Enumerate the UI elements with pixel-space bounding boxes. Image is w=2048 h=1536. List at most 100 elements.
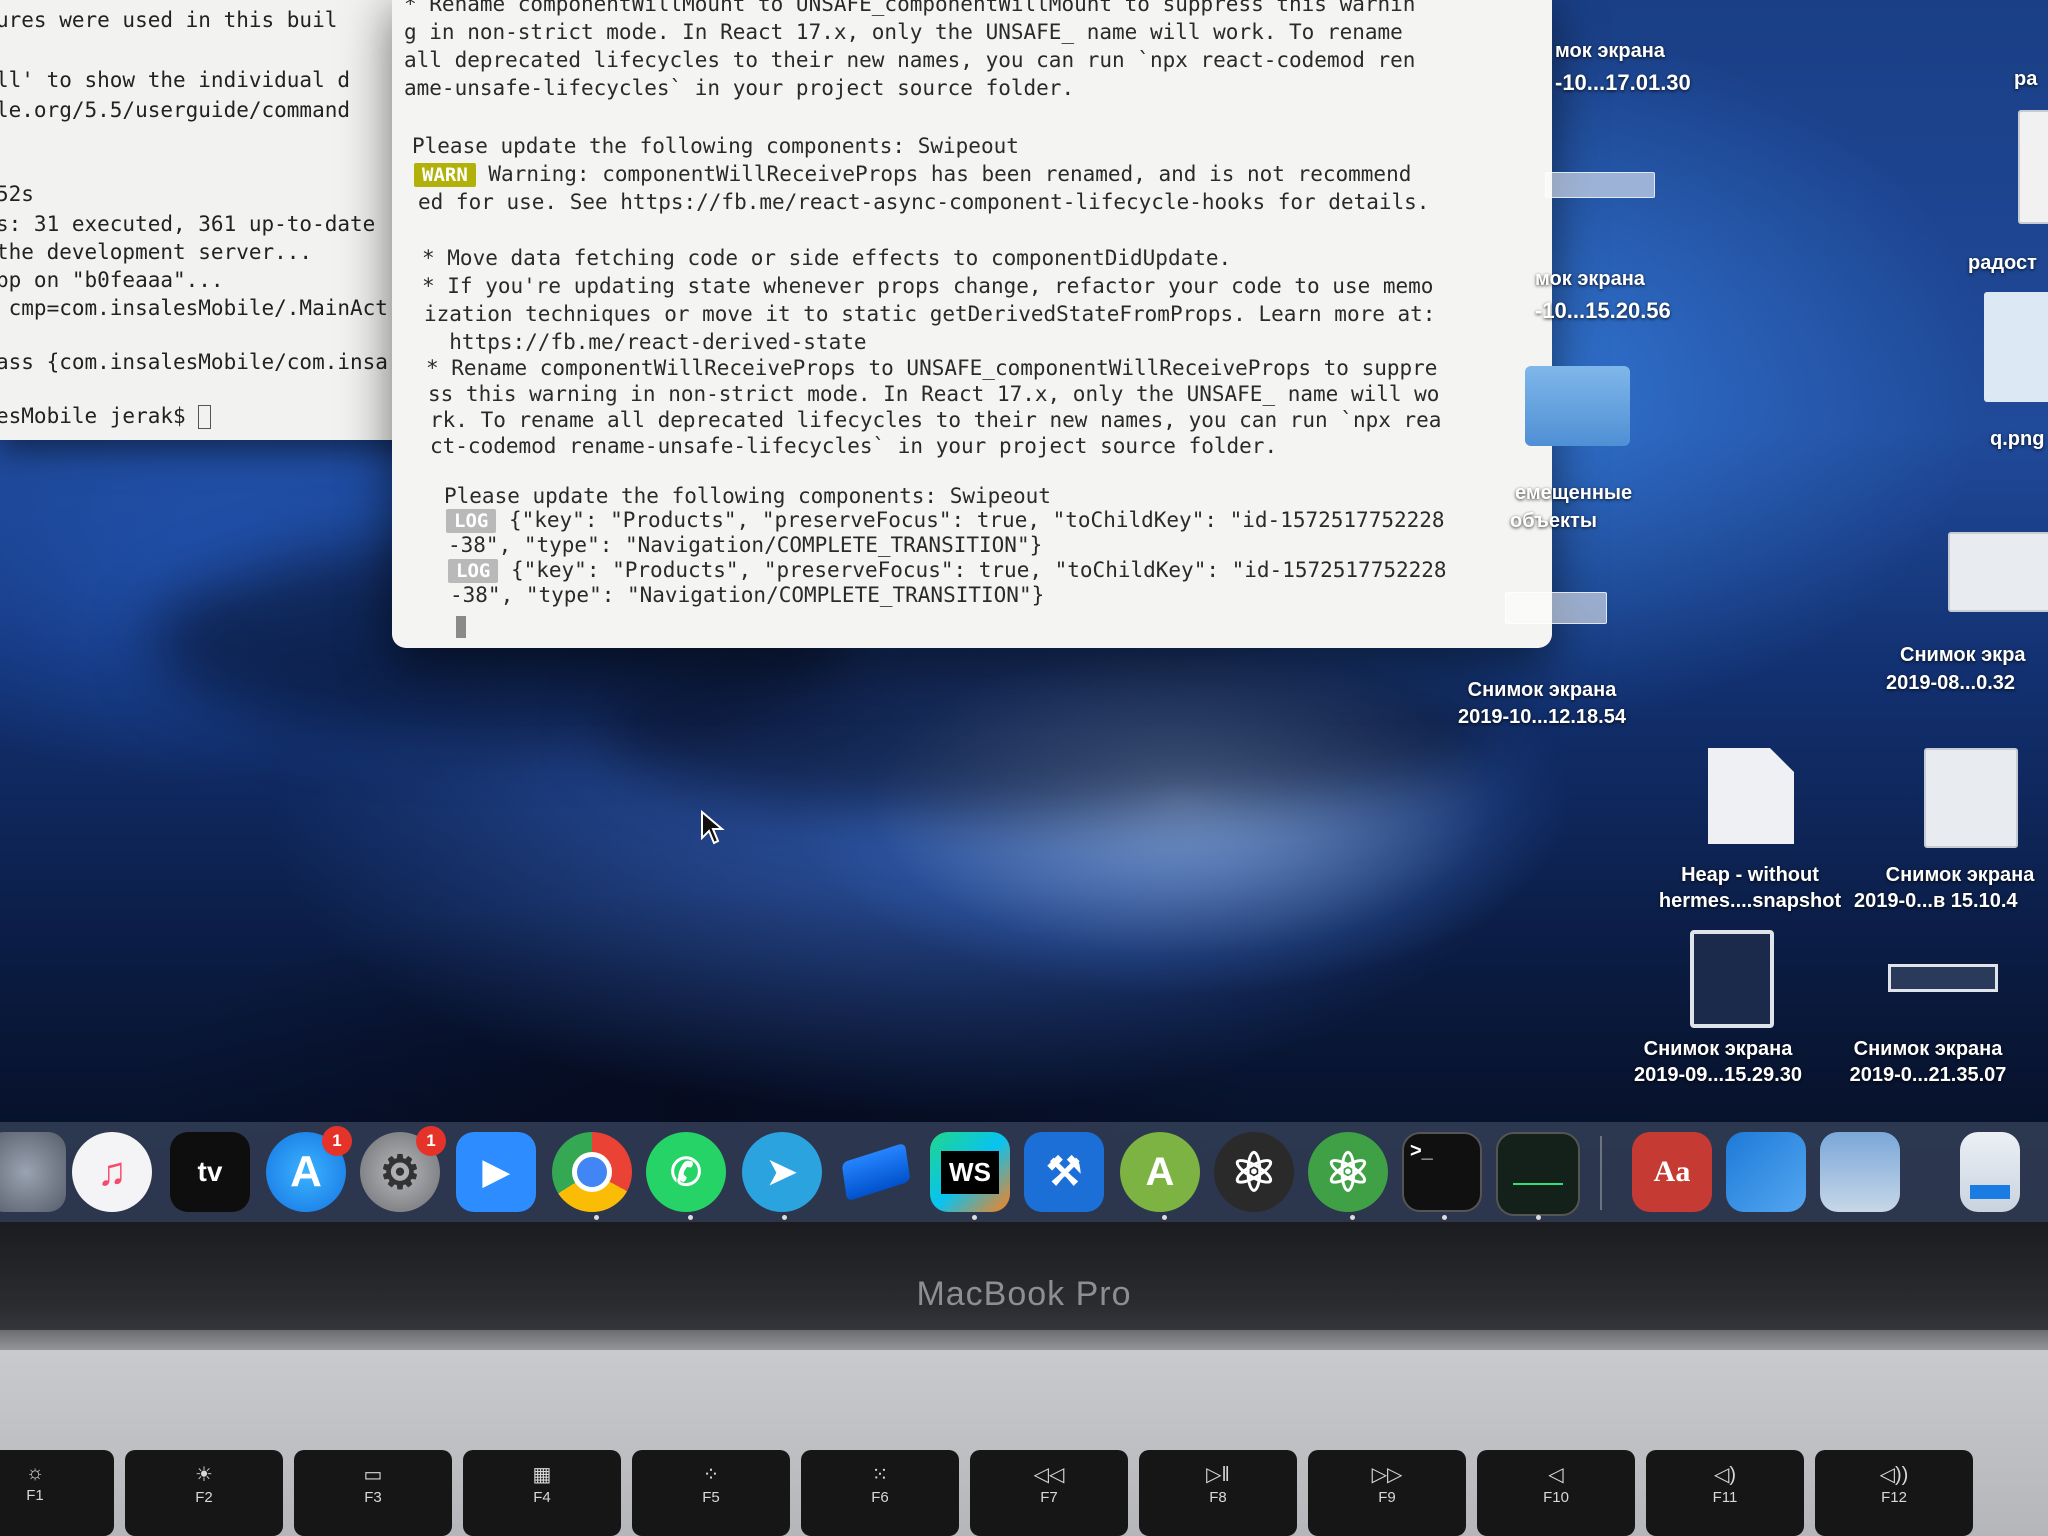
warning-line: WARN Warning: componentWillReceiveProps … [414, 162, 1411, 187]
key-f6[interactable]: ⁙ F6 [801, 1450, 959, 1536]
key-f5[interactable]: ⁘ F5 [632, 1450, 790, 1536]
dock-item-downloads[interactable] [1960, 1132, 2020, 1212]
dock-item-webstorm[interactable]: WS [930, 1132, 1010, 1212]
key-f9[interactable]: ▷▷ F9 [1308, 1450, 1466, 1536]
key-glyph-icon: ▷‖ [1206, 1464, 1230, 1486]
terminal-line: s: 31 executed, 361 up-to-date [0, 212, 376, 236]
desktop-icon-label[interactable]: мок экрана [1535, 266, 1645, 292]
terminal-line: * Move data fetching code or side effect… [422, 246, 1232, 270]
terminal-line: cmp=com.insalesMobile/.MainAct [0, 296, 388, 320]
key-label: F4 [533, 1489, 551, 1506]
desktop-icon-label[interactable]: радост [1968, 250, 2037, 276]
download-stack-icon [1970, 1185, 2010, 1199]
terminal-window-main[interactable]: * Rename componentWillMount to UNSAFE_co… [392, 0, 1552, 648]
dock-item-simulator[interactable] [1726, 1132, 1806, 1212]
dock-item-atom[interactable]: ⚛ [1308, 1132, 1388, 1212]
running-indicator [972, 1215, 977, 1220]
dock-item-xcode[interactable]: ⚒ [1024, 1132, 1104, 1212]
desktop-icon-label[interactable]: Heap - without [1630, 862, 1870, 888]
dock: ♫ tv A1 ⚙ 1 ▶ ✆ ➤ WS ⚒ A ⚛ ⚛ >_ Aa [0, 1122, 2048, 1222]
photo-thumbnail[interactable] [2018, 110, 2048, 224]
image-thumbnail[interactable] [1984, 292, 2048, 402]
key-glyph-icon: ◁) [1713, 1464, 1737, 1486]
dock-item-activity-monitor[interactable] [1496, 1132, 1580, 1216]
dock-item-dictionary[interactable]: Aa [1632, 1132, 1712, 1212]
dock-item-system-preferences[interactable]: ⚙ 1 [360, 1126, 446, 1212]
log-text: {"key": "Products", "preserveFocus": tru… [498, 558, 1447, 582]
dock-item-app-store[interactable]: A1 [266, 1126, 352, 1212]
notification-badge: 1 [416, 1126, 446, 1156]
terminal-line: Please update the following components: … [412, 134, 1019, 158]
desktop-icon-label[interactable]: емещенные [1515, 480, 1632, 506]
running-indicator [1442, 1215, 1447, 1220]
key-label: F5 [702, 1489, 720, 1506]
desktop-icon-label[interactable]: -10...15.20.56 [1535, 298, 1671, 324]
dock-item-react-native-debugger[interactable]: ⚛ [1214, 1132, 1294, 1212]
terminal-prompt[interactable]: esMobile jerak$ [0, 404, 212, 429]
key-f11[interactable]: ◁) F11 [1646, 1450, 1804, 1536]
desktop-icon-label[interactable]: 2019-08...0.32 [1886, 670, 2015, 696]
terminal-line: * If you're updating state whenever prop… [422, 274, 1434, 298]
terminal-line: * Rename componentWillMount to UNSAFE_co… [404, 0, 1416, 16]
key-f10[interactable]: ◁ F10 [1477, 1450, 1635, 1536]
key-glyph-icon: ◁ [1548, 1464, 1564, 1486]
prompt-text: esMobile jerak$ [0, 404, 199, 428]
terminal-line: https://fb.me/react-derived-state [424, 330, 867, 354]
desktop-icon-label[interactable]: Снимок экрана [1808, 1036, 2048, 1062]
dock-item-sourcetree[interactable] [836, 1132, 916, 1212]
key-f7[interactable]: ◁◁ F7 [970, 1450, 1128, 1536]
dock-item-telegram[interactable]: ➤ [742, 1132, 822, 1212]
dock-item-music[interactable]: ♫ [72, 1132, 152, 1212]
whatsapp-icon: ✆ [670, 1151, 702, 1194]
log-text: {"key": "Products", "preserveFocus": tru… [496, 508, 1445, 532]
terminal-line: ures were used in this buil [0, 8, 338, 32]
folder-icon[interactable] [1525, 366, 1630, 446]
key-glyph-icon: ◁◁ [1033, 1464, 1065, 1486]
dock-item-apple-tv[interactable]: tv [170, 1132, 250, 1212]
telegram-icon: ➤ [766, 1151, 798, 1192]
desktop-icon-label[interactable]: q.png [1990, 426, 2044, 452]
screenshot-thumbnail[interactable] [1924, 748, 2018, 848]
screenshot-thumbnail[interactable] [1888, 964, 1998, 992]
key-f12[interactable]: ◁)) F12 [1815, 1450, 1973, 1536]
terminal-cursor [456, 616, 466, 638]
activity-graph-icon [1513, 1163, 1563, 1185]
desktop-icon-label[interactable]: 2019-10...12.18.54 [1422, 704, 1662, 730]
terminal-window-left[interactable]: ures were used in this buil ll' to show … [0, 0, 440, 440]
desktop-icon-label[interactable]: hermes....snapshot [1630, 888, 1870, 914]
dock-item-preview[interactable] [1820, 1132, 1900, 1212]
music-icon: ♫ [97, 1149, 127, 1194]
desktop-icon-label[interactable]: 2019-09...15.29.30 [1598, 1062, 1838, 1088]
key-glyph-icon: ⁙ [871, 1464, 889, 1486]
screenshot-thumbnail[interactable] [1545, 172, 1655, 198]
desktop-icon-label[interactable]: мок экрана [1555, 38, 1665, 64]
terminal-line: -38", "type": "Navigation/COMPLETE_TRANS… [448, 533, 1043, 557]
key-glyph-icon: ⁘ [702, 1464, 720, 1486]
key-f2[interactable]: ☀ F2 [125, 1450, 283, 1536]
desktop-icon-label[interactable]: 2019-0...21.35.07 [1808, 1062, 2048, 1088]
desktop-icon-label[interactable]: Снимок экрана [1422, 677, 1662, 703]
desktop-icon-label[interactable]: ра [2014, 66, 2037, 92]
key-f8[interactable]: ▷‖ F8 [1139, 1450, 1297, 1536]
dock-item-zoom[interactable]: ▶ [456, 1132, 536, 1212]
screenshot-thumbnail[interactable] [1690, 930, 1774, 1028]
key-f3[interactable]: ▭ F3 [294, 1450, 452, 1536]
dock-item-android-studio[interactable]: A [1120, 1132, 1200, 1212]
desktop-icon-label[interactable]: 2019-0...в 15.10.4 [1840, 888, 2048, 914]
warning-text: Warning: componentWillReceiveProps has b… [475, 162, 1412, 186]
dock-item-chrome[interactable] [552, 1132, 632, 1212]
desktop-icon-label[interactable]: Снимок экрана [1598, 1036, 1838, 1062]
screenshot-thumbnail[interactable] [1505, 592, 1607, 624]
document-icon[interactable] [1708, 748, 1794, 844]
dock-item-launchpad[interactable] [0, 1132, 66, 1212]
dock-item-whatsapp[interactable]: ✆ [646, 1132, 726, 1212]
key-f4[interactable]: ▦ F4 [463, 1450, 621, 1536]
dock-item-terminal[interactable]: >_ [1402, 1132, 1482, 1212]
desktop-icon-label[interactable]: объекты [1510, 508, 1597, 534]
desktop-icon-label[interactable]: Снимок экра [1900, 642, 2026, 668]
desktop-icon-label[interactable]: -10...17.01.30 [1555, 70, 1691, 96]
desktop-icon-label[interactable]: Снимок экрана [1840, 862, 2048, 888]
screenshot-thumbnail[interactable] [1948, 532, 2048, 612]
key-f1[interactable]: ☼ F1 [0, 1450, 114, 1536]
terminal-line: g in non-strict mode. In React 17.x, onl… [404, 20, 1403, 44]
